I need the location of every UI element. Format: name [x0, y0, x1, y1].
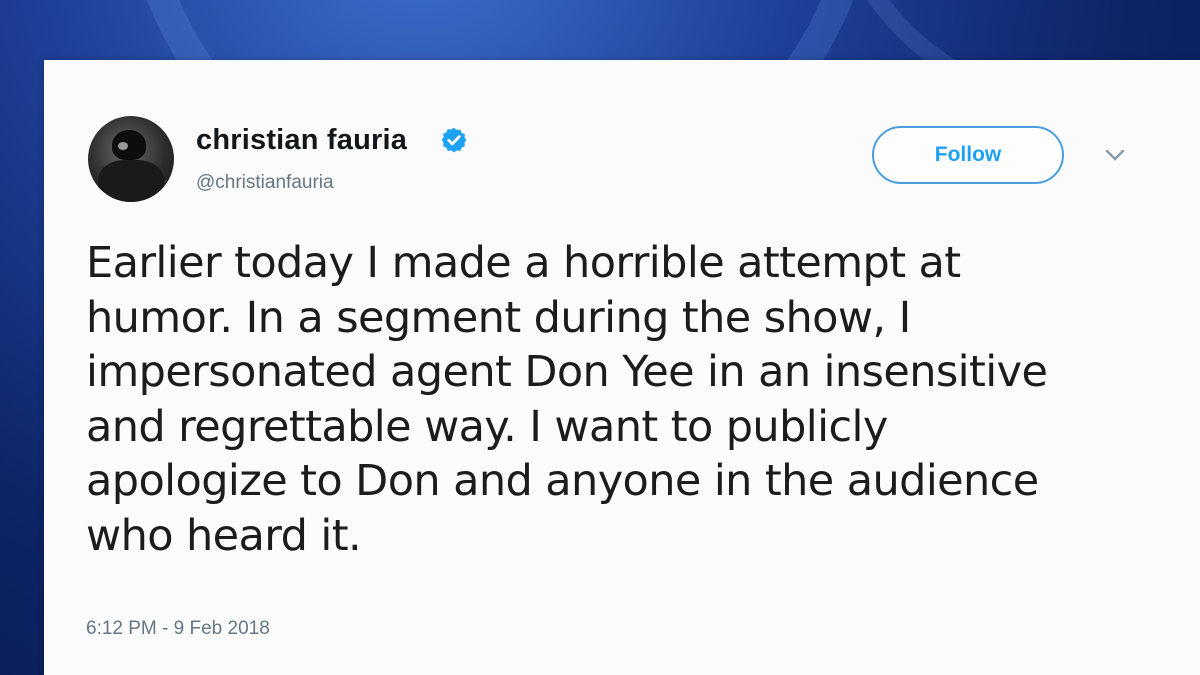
- tweet-text-line: Earlier today I made a horrible attempt …: [86, 238, 961, 288]
- tweet-text-line: apologize to Don and anyone in the audie…: [86, 456, 1039, 506]
- verified-badge-icon: [441, 127, 467, 153]
- tweet-timestamp[interactable]: 6:12 PM - 9 Feb 2018: [86, 618, 270, 640]
- tweet-text-line: humor. In a segment during the show, I: [86, 292, 911, 343]
- chevron-down-icon[interactable]: [1104, 148, 1126, 162]
- follow-button[interactable]: Follow: [872, 126, 1064, 184]
- author-display-name[interactable]: christian fauria: [196, 124, 407, 157]
- screenshot-stage: christian fauria @christianfauria Follow…: [0, 0, 1200, 675]
- author-handle[interactable]: @christianfauria: [196, 172, 334, 194]
- tweet-text-line: impersonated agent Don Yee in an insensi…: [86, 347, 1048, 397]
- avatar[interactable]: [88, 116, 174, 202]
- tweet-text: Earlier today I made a horrible attempt …: [86, 236, 1166, 563]
- tweet-text-line: and regrettable way. I want to publicly: [86, 401, 888, 452]
- tweet-text-line: who heard it.: [86, 510, 362, 561]
